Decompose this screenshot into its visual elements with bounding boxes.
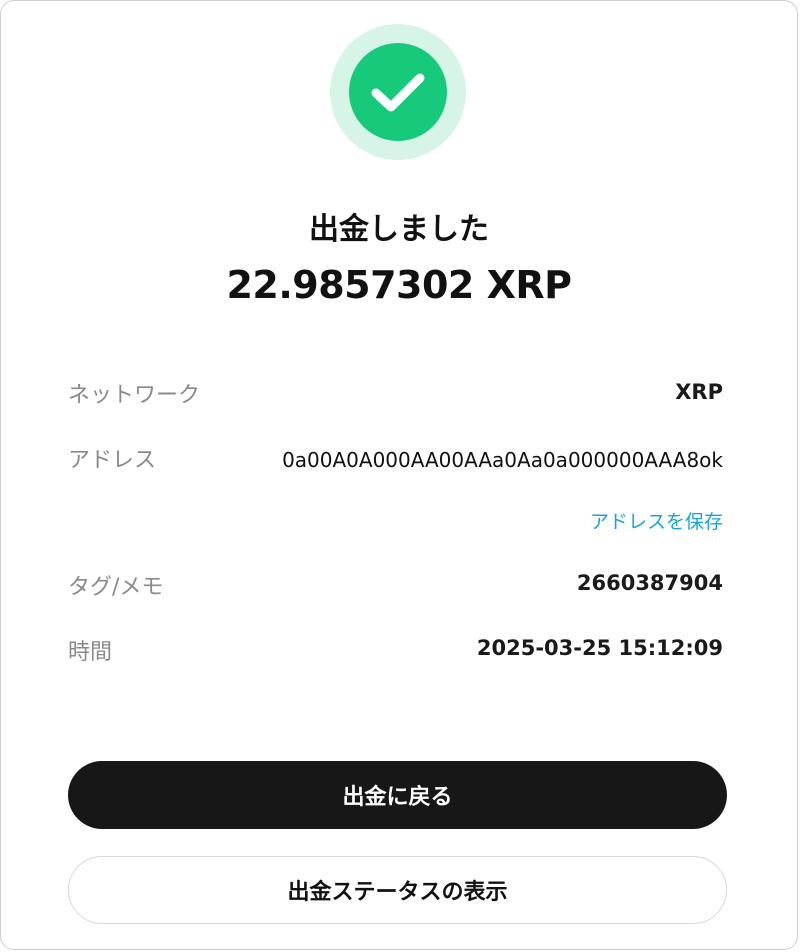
view-withdrawal-status-button[interactable]: 出金ステータスの表示: [68, 856, 727, 924]
address-label: アドレス: [68, 448, 157, 473]
time-value: 2025-03-25 15:12:09: [476, 636, 723, 660]
address-value: 0a00A0A000AA00AAa0Aa0a000000AAA8ok: [282, 448, 723, 472]
network-label: ネットワーク: [68, 383, 201, 408]
time-label: 時間: [68, 640, 113, 665]
tag-memo-label: タグ/メモ: [68, 575, 164, 600]
check-circle-icon: [349, 43, 447, 141]
withdrawal-complete-card: 出金しました 22.9857302 XRP ネットワーク XRP アドレス 0a…: [0, 0, 798, 950]
back-to-withdrawal-button[interactable]: 出金に戻る: [68, 761, 727, 829]
withdrawal-amount: 22.9857302 XRP: [226, 263, 572, 307]
success-badge: [330, 24, 466, 160]
network-value: XRP: [675, 380, 723, 404]
tag-memo-value: 2660387904: [576, 571, 723, 595]
save-address-link[interactable]: アドレスを保存: [590, 507, 723, 534]
page-title: 出金しました: [309, 212, 489, 247]
